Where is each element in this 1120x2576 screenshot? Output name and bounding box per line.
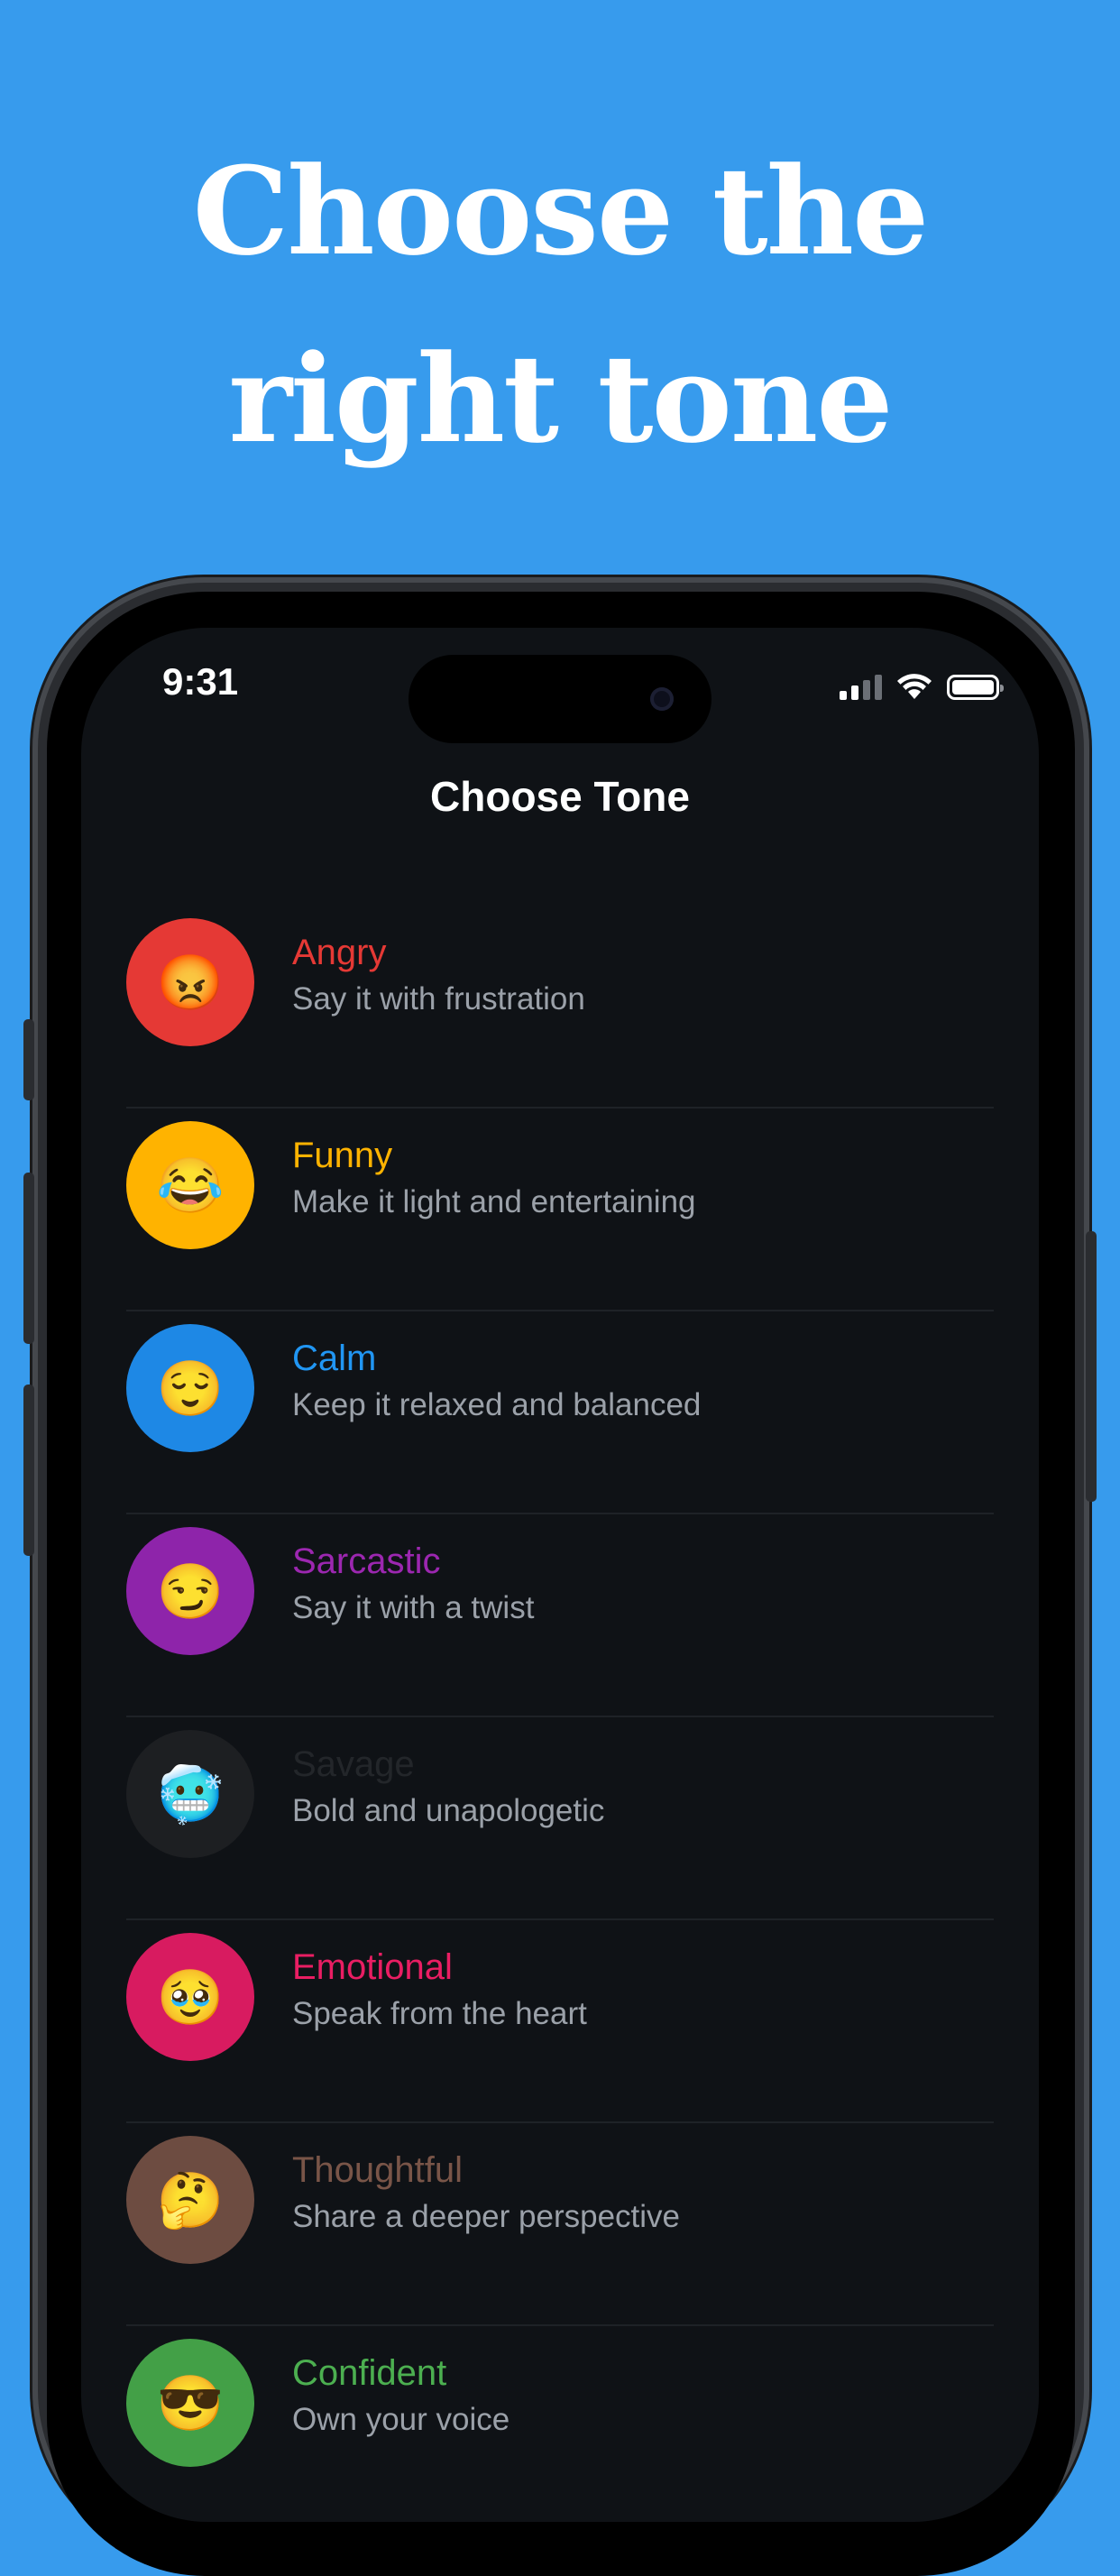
tone-list: 😡 Angry Say it with frustration 😂 Funny Make …: [126, 906, 994, 2522]
battery-icon: [947, 675, 1004, 700]
tone-name: Calm: [292, 1339, 377, 1378]
tone-description: Say it with frustration: [292, 981, 585, 1017]
tone-emoji-icon: 🥹: [126, 1933, 254, 2061]
tone-item-thoughtful[interactable]: 🤔 Thoughtful Share a deeper perspective: [126, 2123, 994, 2326]
tone-description: Bold and unapologetic: [292, 1793, 605, 1828]
tone-emoji-icon: 🥶: [126, 1730, 254, 1858]
tone-name: Savage: [292, 1744, 415, 1784]
tone-emoji-icon: 😂: [126, 1121, 254, 1249]
tone-emoji-icon: 😌: [126, 1324, 254, 1452]
tone-emoji-icon: 😡: [126, 918, 254, 1046]
phone-screen: 9:31 Choose Tone 😡 Angry Say it with frust…: [81, 628, 1039, 2522]
tone-item-emotional[interactable]: 🥹 Emotional Speak from the heart: [126, 1920, 994, 2123]
tone-description: Say it with a twist: [292, 1590, 535, 1625]
tone-item-angry[interactable]: 😡 Angry Say it with frustration: [126, 906, 994, 1109]
tone-name: Thoughtful: [292, 2150, 464, 2190]
tone-item-calm[interactable]: 😌 Calm Keep it relaxed and balanced: [126, 1311, 994, 1514]
status-icons: [840, 669, 1004, 700]
tone-name: Emotional: [292, 1947, 453, 1987]
volume-up-button: [23, 1173, 34, 1344]
volume-down-button: [23, 1385, 34, 1556]
tone-description: Share a deeper perspective: [292, 2199, 680, 2234]
tone-description: Own your voice: [292, 2402, 510, 2437]
tone-emoji-icon: 🤔: [126, 2136, 254, 2264]
camera-icon: [650, 687, 674, 711]
status-time: 9:31: [162, 660, 239, 703]
wifi-icon: [897, 674, 932, 699]
headline-line-2: right tone: [228, 327, 893, 470]
action-button: [23, 1019, 34, 1100]
tone-name: Funny: [292, 1136, 393, 1175]
tone-description: Speak from the heart: [292, 1996, 587, 2031]
tone-name: Sarcastic: [292, 1541, 441, 1581]
tone-description: Keep it relaxed and balanced: [292, 1387, 702, 1422]
dynamic-island: [409, 655, 711, 743]
cellular-signal-icon: [840, 673, 882, 700]
power-button: [1086, 1231, 1097, 1502]
tone-item-savage[interactable]: 🥶 Savage Bold and unapologetic: [126, 1717, 994, 1920]
tone-emoji-icon: 😎: [126, 2339, 254, 2467]
tone-name: Confident: [292, 2353, 447, 2393]
status-bar: 9:31: [81, 628, 1039, 743]
tone-emoji-icon: 😏: [126, 1527, 254, 1655]
headline-line-1: Choose the: [192, 140, 930, 282]
tone-description: Make it light and entertaining: [292, 1184, 696, 1219]
tone-name: Angry: [292, 933, 387, 972]
tone-item-funny[interactable]: 😂 Funny Make it light and entertaining: [126, 1109, 994, 1311]
tone-item-sarcastic[interactable]: 😏 Sarcastic Say it with a twist: [126, 1514, 994, 1717]
headline: Choose the right tone: [0, 117, 1120, 492]
screen-title: Choose Tone: [430, 773, 690, 820]
